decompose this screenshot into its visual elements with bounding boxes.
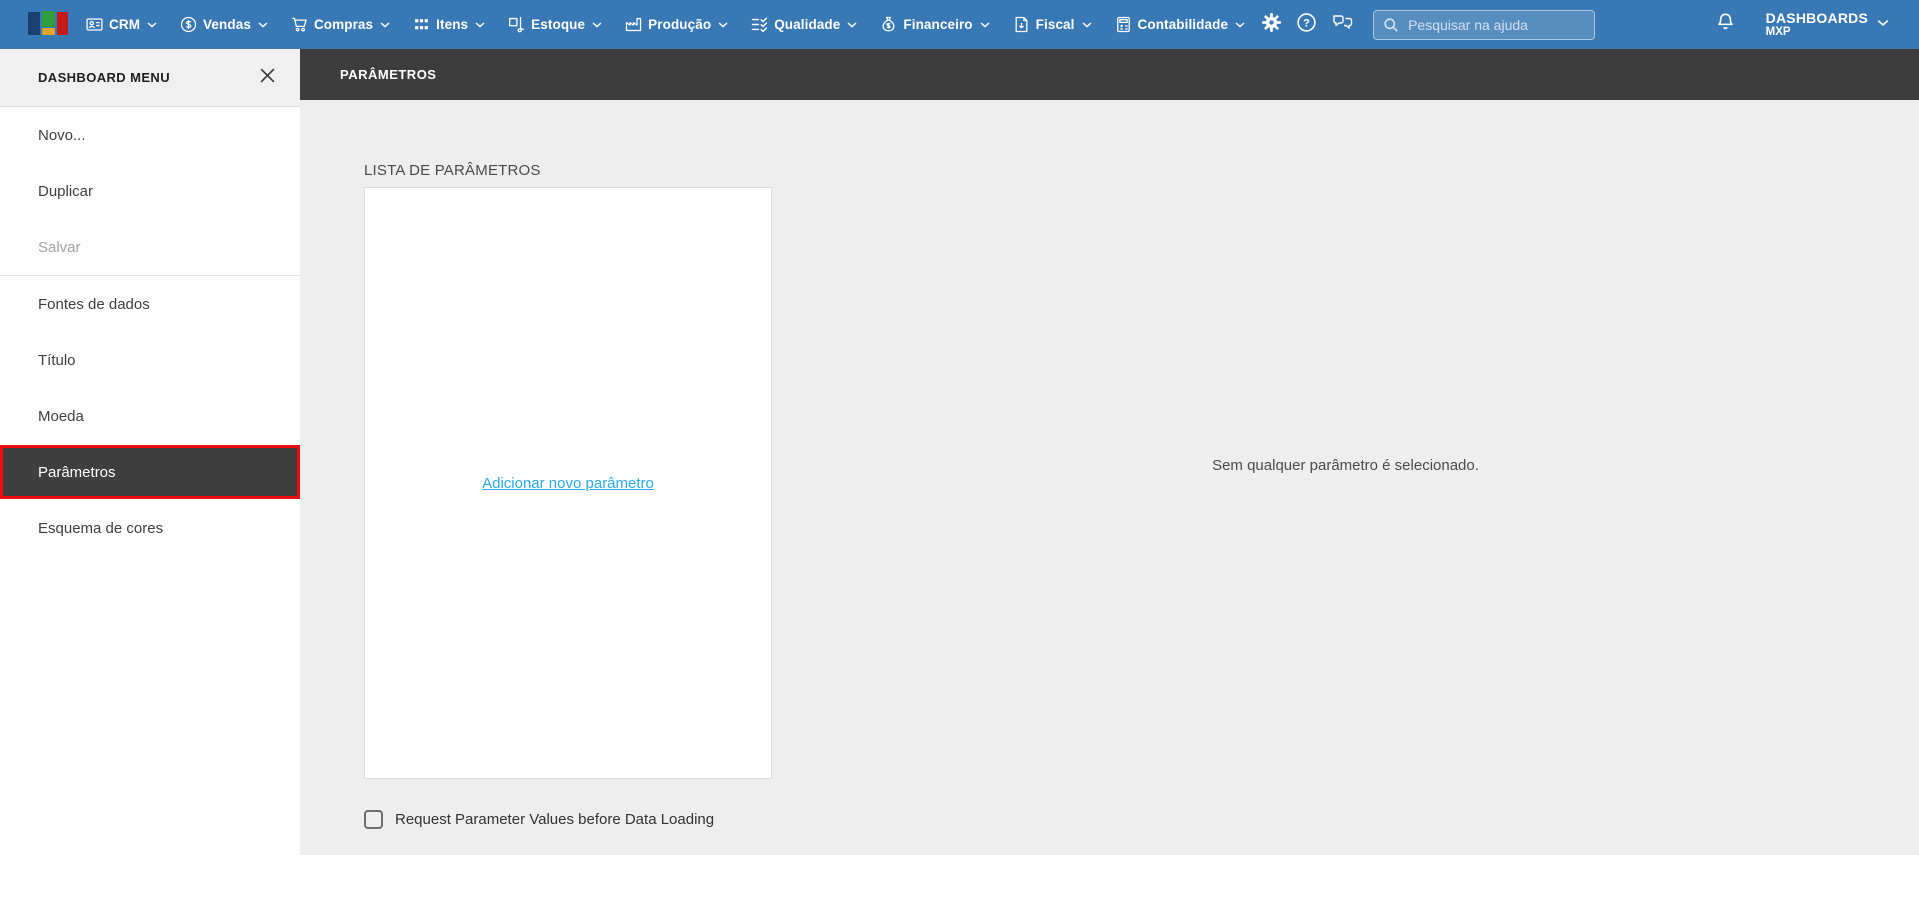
logo-bar-red: [57, 12, 68, 35]
compras-icon: [291, 16, 308, 33]
no-parameter-selected-message: Sem qualquer parâmetro é selecionado.: [1212, 457, 1479, 474]
financeiro-icon: [880, 16, 897, 33]
fiscal-icon: [1013, 16, 1030, 33]
dashboard-selector-subtitle: MXP: [1765, 25, 1791, 38]
bottom-strip: [0, 855, 1919, 897]
nav-item-producao[interactable]: Produção: [625, 16, 728, 33]
add-parameter-link[interactable]: Adicionar novo parâmetro: [482, 475, 654, 492]
chevron-down-icon: [380, 21, 390, 28]
parameters-page: LISTA DE PARÂMETROS Adicionar novo parâm…: [300, 100, 1919, 855]
help-button[interactable]: ?: [1296, 12, 1317, 38]
nav-item-fiscal[interactable]: Fiscal: [1013, 16, 1092, 33]
sidebar-item-titulo[interactable]: Título: [0, 332, 300, 388]
chat-button[interactable]: [1331, 12, 1355, 37]
parameter-list-box: Adicionar novo parâmetro: [364, 187, 772, 779]
app-logo[interactable]: [28, 11, 69, 38]
close-menu-button[interactable]: [257, 65, 278, 91]
chevron-down-icon: [1082, 21, 1092, 28]
vendas-icon: [180, 16, 197, 33]
chevron-down-icon: [1877, 14, 1889, 32]
chevron-down-icon: [718, 21, 728, 28]
dashboard-selector[interactable]: DASHBOARDS MXP: [1766, 10, 1889, 39]
settings-button[interactable]: [1261, 12, 1282, 38]
chat-icon: [1331, 12, 1355, 37]
chevron-down-icon: [980, 21, 990, 28]
nav-item-label: Contabilidade: [1137, 17, 1229, 32]
dashboard-menu-header: DASHBOARD MENU: [0, 49, 300, 107]
nav-item-itens[interactable]: Itens: [413, 16, 485, 33]
content-header: PARÂMETROS: [300, 49, 1919, 100]
contabilidade-icon: [1115, 16, 1132, 33]
nav-item-qualidade[interactable]: Qualidade: [751, 16, 857, 33]
close-icon: [259, 67, 276, 89]
sidebar-item-duplicar[interactable]: Duplicar: [0, 163, 300, 219]
chevron-down-icon: [258, 21, 268, 28]
sidebar-item-esquema-de-cores[interactable]: Esquema de cores: [0, 500, 300, 556]
app-window: CRM Vendas Compras Itens Estoque Produçã…: [0, 0, 1919, 897]
nav-item-label: Qualidade: [774, 17, 841, 32]
nav-item-label: Produção: [648, 17, 712, 32]
parameter-list-label: LISTA DE PARÂMETROS: [364, 162, 541, 179]
estoque-icon: [508, 16, 525, 33]
sidebar-item-salvar: Salvar: [38, 238, 81, 256]
help-icon: ?: [1296, 12, 1317, 38]
nav-item-label: Fiscal: [1035, 17, 1075, 32]
nav-item-estoque[interactable]: Estoque: [508, 16, 602, 33]
chevron-down-icon: [1235, 21, 1245, 28]
content-panel: PARÂMETROS LISTA DE PARÂMETROS Adicionar…: [300, 49, 1919, 855]
gear-icon: [1261, 12, 1282, 38]
dashboard-menu-title: DASHBOARD MENU: [38, 70, 170, 85]
chevron-down-icon: [147, 21, 157, 28]
nav-item-label: Itens: [436, 17, 469, 32]
main-menu: CRM Vendas Compras Itens Estoque Produçã…: [86, 16, 1245, 33]
nav-item-contabilidade[interactable]: Contabilidade: [1115, 16, 1246, 33]
sidebar-item-fontes-de-dados[interactable]: Fontes de dados: [0, 276, 300, 332]
nav-item-label: CRM: [109, 17, 141, 32]
logo-bar-middle: [42, 11, 55, 35]
main-area: DASHBOARD MENU Novo... Duplicar Salvar F…: [0, 49, 1919, 855]
topbar-right-cluster: DASHBOARDS MXP: [1715, 10, 1889, 39]
request-parameters-row: Request Parameter Values before Data Loa…: [364, 810, 714, 829]
nav-item-vendas[interactable]: Vendas: [180, 16, 268, 33]
logo-bar-navy: [28, 12, 40, 35]
top-navigation-bar: CRM Vendas Compras Itens Estoque Produçã…: [0, 0, 1919, 49]
nav-item-label: Vendas: [203, 17, 251, 32]
nav-item-label: Compras: [313, 17, 374, 32]
help-search: [1373, 9, 1596, 40]
notifications-button[interactable]: [1715, 12, 1736, 38]
dashboard-menu-panel: DASHBOARD MENU Novo... Duplicar Salvar F…: [0, 49, 300, 855]
dashboard-selector-title: DASHBOARDS: [1765, 9, 1868, 26]
search-input[interactable]: [1373, 9, 1596, 40]
nav-item-label: Estoque: [531, 17, 586, 32]
request-parameters-label: Request Parameter Values before Data Loa…: [395, 811, 715, 828]
sidebar-item-parametros[interactable]: Parâmetros: [0, 445, 300, 499]
request-parameters-checkbox[interactable]: [364, 810, 383, 829]
logo-bar-green: [42, 11, 55, 27]
chevron-down-icon: [847, 21, 857, 28]
page-title: PARÂMETROS: [340, 67, 437, 82]
svg-text:?: ?: [1303, 17, 1310, 29]
producao-icon: [625, 16, 642, 33]
chevron-down-icon: [592, 21, 602, 28]
itens-icon: [413, 16, 430, 33]
bell-icon: [1715, 12, 1736, 38]
crm-icon: [86, 16, 103, 33]
nav-item-label: Financeiro: [903, 17, 973, 32]
nav-item-crm[interactable]: CRM: [86, 16, 157, 33]
qualidade-icon: [751, 16, 768, 33]
sidebar-item-moeda[interactable]: Moeda: [0, 388, 300, 444]
chevron-down-icon: [475, 21, 485, 28]
dashboard-selector-labels: DASHBOARDS MXP: [1766, 10, 1868, 39]
nav-item-compras[interactable]: Compras: [291, 16, 390, 33]
nav-item-financeiro[interactable]: Financeiro: [880, 16, 990, 33]
logo-bar-orange: [42, 28, 55, 35]
sidebar-item-novo[interactable]: Novo...: [0, 107, 300, 163]
